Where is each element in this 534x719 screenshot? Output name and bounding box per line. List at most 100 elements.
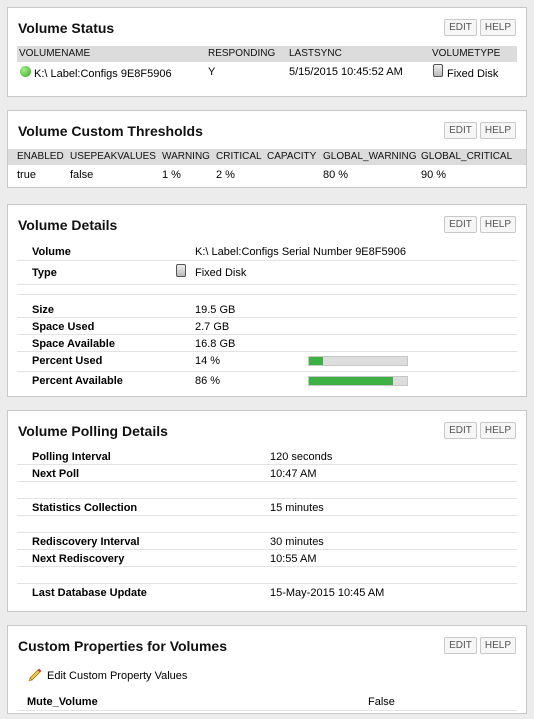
warning-value: 1 % bbox=[162, 169, 181, 181]
property-value: False bbox=[368, 696, 395, 708]
detail-label: Percent Used bbox=[32, 355, 103, 367]
detail-value: 86 % bbox=[195, 375, 221, 387]
column-header: VOLUMETYPE bbox=[432, 48, 501, 59]
detail-value: 2.7 GB bbox=[195, 321, 230, 333]
column-header: CAPACITY bbox=[267, 151, 317, 162]
lastsync-value: 5/15/2015 10:45:52 AM bbox=[289, 66, 403, 78]
divider bbox=[17, 567, 517, 584]
critical-value: 2 % bbox=[216, 169, 235, 181]
disk-icon bbox=[176, 264, 186, 277]
detail-label: Next Poll bbox=[32, 468, 80, 480]
edit-button[interactable]: EDIT bbox=[444, 19, 477, 36]
help-button[interactable]: HELP bbox=[479, 19, 516, 36]
detail-value: 120 seconds bbox=[270, 451, 333, 463]
detail-row-percent-available: Percent Available 86 % bbox=[17, 372, 517, 392]
divider bbox=[17, 482, 517, 499]
detail-label: Space Used bbox=[32, 321, 95, 333]
global-warning-value: 80 % bbox=[323, 169, 349, 181]
detail-row-size: Size 19.5 GB bbox=[17, 301, 517, 318]
detail-row-volume: Volume K:\ Label:Configs Serial Number 9… bbox=[17, 243, 517, 261]
volume-thresholds-panel: Volume Custom Thresholds EDIT HELP ENABL… bbox=[7, 110, 527, 188]
detail-row-space-used: Space Used 2.7 GB bbox=[17, 318, 517, 335]
detail-label: Size bbox=[32, 304, 55, 316]
detail-label: Volume bbox=[32, 246, 71, 258]
table-row: true false 1 % 2 % 80 % 90 % bbox=[8, 165, 526, 185]
usepeak-value: false bbox=[70, 169, 94, 181]
detail-row-space-available: Space Available 16.8 GB bbox=[17, 335, 517, 352]
percent-used-bar-fill bbox=[309, 357, 323, 365]
volume-status-panel: Volume Status EDIT HELP VOLUMENAME RESPO… bbox=[7, 7, 527, 97]
detail-label: Last Database Update bbox=[32, 587, 147, 599]
responding-value: Y bbox=[208, 66, 216, 78]
table-row[interactable]: K:\ Label:Configs 9E8F5906 Y 5/15/2015 1… bbox=[17, 62, 517, 84]
detail-label: Rediscovery Interval bbox=[32, 536, 140, 548]
panel-title: Volume Status bbox=[18, 20, 115, 36]
column-header: WARNING bbox=[162, 151, 210, 162]
volume-type-value: Fixed Disk bbox=[447, 68, 499, 80]
detail-row-type: Type Fixed Disk bbox=[17, 261, 517, 285]
detail-label: Type bbox=[32, 267, 57, 279]
edit-button[interactable]: EDIT bbox=[444, 122, 477, 139]
detail-row-last-database-update: Last Database Update 15-May-2015 10:45 A… bbox=[17, 584, 517, 601]
panel-title: Volume Details bbox=[18, 217, 118, 233]
detail-value: 19.5 GB bbox=[195, 304, 236, 316]
pencil-icon bbox=[28, 668, 42, 682]
column-header: GLOBAL_WARNING bbox=[323, 151, 417, 162]
custom-property-row: Mute_Volume False bbox=[17, 693, 517, 711]
column-header: CRITICAL bbox=[216, 151, 262, 162]
detail-label: Percent Available bbox=[32, 375, 123, 387]
detail-label: Statistics Collection bbox=[32, 502, 138, 514]
detail-row-next-rediscovery: Next Rediscovery 10:55 AM bbox=[17, 550, 517, 567]
panel-title: Volume Polling Details bbox=[18, 423, 168, 439]
volume-details-panel: Volume Details EDIT HELP Volume K:\ Labe… bbox=[7, 204, 527, 397]
percent-used-bar bbox=[308, 356, 408, 366]
column-header: RESPONDING bbox=[208, 48, 276, 59]
table-header: VOLUMENAME RESPONDING LASTSYNC VOLUMETYP… bbox=[17, 46, 517, 62]
detail-value: 10:55 AM bbox=[270, 553, 317, 565]
edit-custom-properties-label[interactable]: Edit Custom Property Values bbox=[47, 670, 187, 682]
help-button[interactable]: HELP bbox=[479, 637, 516, 654]
edit-button[interactable]: EDIT bbox=[444, 637, 477, 654]
help-button[interactable]: HELP bbox=[479, 122, 516, 139]
detail-row-percent-used: Percent Used 14 % bbox=[17, 352, 517, 372]
column-header: USEPEAKVALUES bbox=[70, 151, 156, 162]
column-header: VOLUMENAME bbox=[19, 48, 91, 59]
detail-value: 15 minutes bbox=[270, 502, 324, 514]
global-critical-value: 90 % bbox=[421, 169, 447, 181]
column-header: GLOBAL_CRITICAL bbox=[421, 151, 513, 162]
edit-button[interactable]: EDIT bbox=[444, 422, 477, 439]
panel-title: Custom Properties for Volumes bbox=[18, 638, 228, 654]
detail-row-rediscovery-interval: Rediscovery Interval 30 minutes bbox=[17, 533, 517, 550]
help-button[interactable]: HELP bbox=[479, 216, 516, 233]
detail-label: Polling Interval bbox=[32, 451, 111, 463]
percent-available-bar-fill bbox=[309, 377, 394, 385]
volume-name-link[interactable]: K:\ Label:Configs 9E8F5906 bbox=[34, 68, 172, 80]
detail-value: Fixed Disk bbox=[195, 267, 247, 279]
column-header: LASTSYNC bbox=[289, 48, 342, 59]
detail-label: Next Rediscovery bbox=[32, 553, 125, 565]
custom-properties-panel: Custom Properties for Volumes EDIT HELP … bbox=[7, 625, 527, 714]
percent-available-bar bbox=[308, 376, 408, 386]
detail-value: 14 % bbox=[195, 355, 221, 367]
detail-value: 15-May-2015 10:45 AM bbox=[270, 587, 385, 599]
divider bbox=[17, 516, 517, 533]
edit-button[interactable]: EDIT bbox=[444, 216, 477, 233]
detail-row-statistics-collection: Statistics Collection 15 minutes bbox=[17, 499, 517, 516]
detail-row-next-poll: Next Poll 10:47 AM bbox=[17, 465, 517, 482]
table-header: ENABLED USEPEAKVALUES WARNING CRITICAL C… bbox=[8, 149, 526, 165]
detail-value: K:\ Label:Configs Serial Number 9E8F5906 bbox=[195, 246, 406, 258]
column-header: ENABLED bbox=[17, 151, 64, 162]
panel-title: Volume Custom Thresholds bbox=[18, 123, 203, 139]
help-button[interactable]: HELP bbox=[479, 422, 516, 439]
detail-value: 30 minutes bbox=[270, 536, 324, 548]
disk-icon bbox=[433, 64, 443, 77]
divider bbox=[17, 285, 517, 295]
status-up-icon bbox=[20, 66, 31, 77]
property-name: Mute_Volume bbox=[27, 696, 98, 708]
enabled-value: true bbox=[17, 169, 36, 181]
detail-value: 10:47 AM bbox=[270, 468, 317, 480]
detail-label: Space Available bbox=[32, 338, 115, 350]
edit-custom-properties-link[interactable]: Edit Custom Property Values bbox=[8, 664, 526, 688]
detail-row-polling-interval: Polling Interval 120 seconds bbox=[17, 448, 517, 465]
detail-value: 16.8 GB bbox=[195, 338, 236, 350]
